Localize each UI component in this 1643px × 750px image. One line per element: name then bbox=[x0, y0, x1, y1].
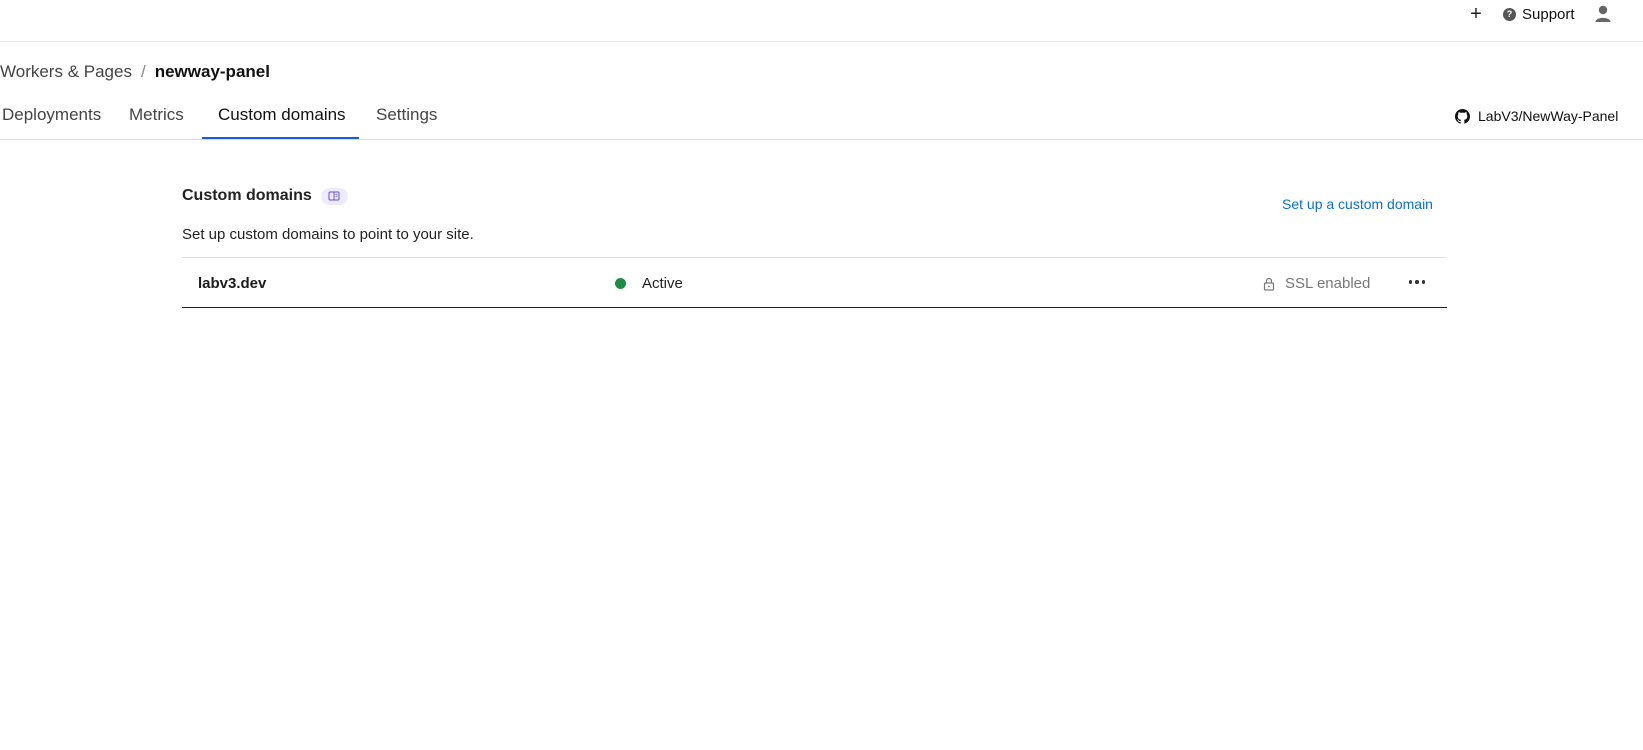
breadcrumb-separator: / bbox=[140, 62, 146, 81]
domain-name[interactable]: labv3.dev bbox=[198, 275, 266, 292]
section-header: Custom domains bbox=[182, 186, 348, 206]
domains-table: labv3.dev Active SSL enabled bbox=[182, 257, 1447, 308]
user-account-button[interactable] bbox=[1594, 4, 1612, 24]
active-tab-indicator bbox=[202, 137, 359, 139]
domain-status: Active bbox=[615, 275, 683, 292]
tab-settings[interactable]: Settings bbox=[375, 96, 438, 140]
tab-metrics[interactable]: Metrics bbox=[128, 96, 185, 140]
breadcrumb: Workers & Pages / newway-panel bbox=[0, 60, 270, 84]
tab-deployments[interactable]: Deployments bbox=[1, 96, 102, 140]
ssl-label: SSL enabled bbox=[1285, 275, 1371, 292]
status-active-dot-icon bbox=[615, 278, 626, 289]
section-title: Custom domains bbox=[182, 187, 312, 204]
breadcrumb-current-project: newway-panel bbox=[154, 62, 270, 81]
book-icon bbox=[328, 191, 340, 201]
add-button[interactable]: + bbox=[1466, 4, 1486, 24]
top-bar: + ? Support bbox=[0, 0, 1643, 42]
more-actions-button[interactable] bbox=[1405, 271, 1429, 293]
repo-label: LabV3/NewWay-Panel bbox=[1478, 108, 1619, 124]
lock-icon bbox=[1263, 277, 1275, 291]
tab-bar: Deployments Metrics Custom domains Setti… bbox=[0, 96, 1643, 140]
docs-badge[interactable] bbox=[320, 187, 348, 205]
status-label: Active bbox=[642, 275, 683, 292]
support-menu[interactable]: ? Support bbox=[1503, 4, 1575, 24]
github-repo-link[interactable]: LabV3/NewWay-Panel bbox=[1455, 106, 1618, 126]
section-description: Set up custom domains to point to your s… bbox=[182, 226, 474, 243]
github-icon bbox=[1455, 108, 1470, 124]
setup-custom-domain-link[interactable]: Set up a custom domain bbox=[1282, 196, 1433, 212]
more-dots-icon bbox=[1408, 280, 1413, 284]
tab-custom-domains[interactable]: Custom domains bbox=[217, 96, 347, 140]
user-icon bbox=[1595, 5, 1611, 22]
breadcrumb-workers-pages[interactable]: Workers & Pages bbox=[0, 62, 132, 82]
ssl-status: SSL enabled bbox=[1263, 275, 1370, 292]
support-label: Support bbox=[1522, 5, 1575, 23]
help-icon: ? bbox=[1503, 7, 1516, 21]
